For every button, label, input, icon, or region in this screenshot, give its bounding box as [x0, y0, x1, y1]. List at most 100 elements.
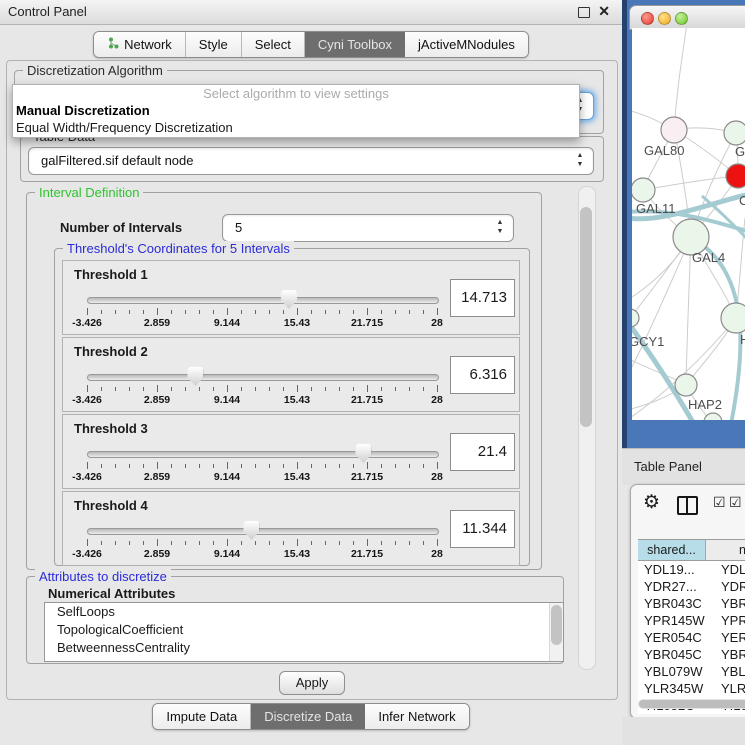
zoom-traffic-light[interactable]: [675, 12, 688, 25]
dropdown-item-equal-width[interactable]: Equal Width/Frequency Discretization: [13, 119, 579, 136]
dropdown-placeholder-item[interactable]: Select algorithm to view settings: [13, 85, 579, 102]
table-cell-shared-name[interactable]: YDR27...: [638, 578, 705, 595]
slider-track[interactable]: [87, 374, 439, 381]
table-cell-shared-name[interactable]: YER054C: [638, 629, 705, 646]
table-data-combobox[interactable]: galFiltered.sif default node ▲▼: [28, 147, 594, 175]
close-icon[interactable]: ✕: [598, 3, 610, 20]
column-header-shared-name[interactable]: shared...: [638, 540, 706, 560]
slider-track[interactable]: [87, 528, 439, 535]
tab-network[interactable]: Network: [94, 32, 186, 57]
network-node[interactable]: [632, 309, 639, 327]
table-row[interactable]: YDL19...YDL1: [638, 561, 745, 578]
number-of-intervals-combobox[interactable]: 5 ▲▼: [222, 214, 514, 242]
table-cell-shared-name[interactable]: YBR043C: [638, 595, 705, 612]
slider-thumb[interactable]: [355, 444, 371, 463]
tab-style[interactable]: Style: [186, 32, 242, 57]
slider-thumb[interactable]: [187, 367, 203, 386]
slider-ticks: [87, 539, 437, 547]
table-cell-name[interactable]: YBL0: [705, 663, 745, 680]
tab-select-label: Select: [255, 37, 291, 52]
table-row[interactable]: YBR043CYBR0: [638, 595, 745, 612]
slider-tick: [353, 541, 354, 545]
attr-list-items: SelfLoopsTopologicalCoefficientBetweenne…: [45, 603, 563, 657]
tab-cyni-toolbox[interactable]: Cyni Toolbox: [305, 32, 405, 57]
gear-icon[interactable]: ⚙: [643, 493, 660, 512]
network-node-label: GAL11: [636, 201, 676, 216]
table-row[interactable]: YBR045CYBR0: [638, 646, 745, 663]
threshold-2-value-field[interactable]: 6.316: [450, 356, 515, 394]
table-panel-footer-area: [622, 717, 745, 745]
slider-tick: [185, 464, 186, 468]
apply-button[interactable]: Apply: [279, 671, 345, 695]
table-cell-name[interactable]: YPR1: [705, 612, 745, 629]
table-row[interactable]: YBL079WYBL0: [638, 663, 745, 680]
content-scrollbar-thumb[interactable]: [580, 207, 592, 427]
table-row[interactable]: YER054CYER0: [638, 629, 745, 646]
network-canvas[interactable]: GAL80GACGAL11GAL4GCY1HHAP2: [632, 28, 745, 420]
minimize-traffic-light[interactable]: [658, 12, 671, 25]
table-cell-name[interactable]: YBR0: [705, 595, 745, 612]
table-row[interactable]: YDR27...YDR2: [638, 578, 745, 595]
table-cell-name[interactable]: YDR2: [705, 578, 745, 595]
table-cell-shared-name[interactable]: YPR145W: [638, 612, 705, 629]
slider-ticks: [87, 385, 437, 393]
table-cell-name[interactable]: YDL1: [705, 561, 745, 578]
network-node[interactable]: [675, 374, 697, 396]
slider-tick: [367, 385, 368, 392]
float-window-icon[interactable]: [578, 7, 590, 18]
table-cell-shared-name[interactable]: YBL079W: [638, 663, 705, 680]
threshold-4-value-field[interactable]: 11.344: [450, 510, 515, 548]
attribute-list-item[interactable]: BetweennessCentrality: [45, 639, 563, 657]
table-hscrollbar-thumb[interactable]: [639, 700, 745, 708]
table-cell-shared-name[interactable]: YDL19...: [638, 561, 705, 578]
table-row[interactable]: YPR145WYPR1: [638, 612, 745, 629]
network-node[interactable]: [724, 121, 745, 145]
network-node[interactable]: [632, 178, 655, 202]
network-node-label: GAL80: [644, 143, 684, 158]
tab-impute-data[interactable]: Impute Data: [153, 704, 251, 729]
network-node[interactable]: [726, 164, 745, 188]
network-node[interactable]: [661, 117, 687, 143]
network-node[interactable]: [704, 413, 722, 420]
slider-tick: [115, 464, 116, 468]
checkbox-icon[interactable]: ☑: [713, 495, 726, 509]
attr-list-scrollbar-thumb[interactable]: [551, 605, 562, 645]
close-traffic-light[interactable]: [641, 12, 654, 25]
dropdown-item-manual-discretization[interactable]: Manual Discretization: [13, 102, 579, 119]
network-node[interactable]: [721, 303, 745, 333]
threshold-2-panel: Threshold 2 -3.4262.8599.14415.4321.7152…: [62, 337, 520, 412]
tab-jactivemnodules[interactable]: jActiveMNodules: [405, 32, 528, 57]
attribute-list-item[interactable]: TopologicalCoefficient: [45, 621, 563, 639]
slider-tick: [101, 464, 102, 468]
table-hscrollbar-track[interactable]: [638, 699, 745, 709]
tab-impute-data-label: Impute Data: [166, 709, 237, 724]
tab-infer-network[interactable]: Infer Network: [365, 704, 468, 729]
threshold-1-value-field[interactable]: 14.713: [450, 279, 515, 317]
tab-select[interactable]: Select: [242, 32, 305, 57]
slider-track[interactable]: [87, 297, 439, 304]
slider-thumb[interactable]: [281, 290, 297, 309]
checkbox-icon[interactable]: ☑: [729, 495, 742, 509]
table-cell-shared-name[interactable]: YBR045C: [638, 646, 705, 663]
split-columns-icon[interactable]: [677, 496, 698, 515]
slider-ticks: [87, 462, 437, 470]
slider-tick: [311, 387, 312, 391]
slider-tick: [241, 310, 242, 314]
slider-tick: [409, 387, 410, 391]
slider-tick: [325, 310, 326, 314]
table-cell-name[interactable]: YER0: [705, 629, 745, 646]
slider-thumb[interactable]: [243, 521, 259, 540]
table-cell-shared-name[interactable]: YLR345W: [638, 680, 705, 697]
table-cell-name[interactable]: YBR0: [705, 646, 745, 663]
table-row[interactable]: YLR345WYLR3: [638, 680, 745, 697]
table-cell-name[interactable]: YLR3: [705, 680, 745, 697]
threshold-3-label: Threshold 3: [74, 421, 148, 436]
slider-track[interactable]: [87, 451, 439, 458]
column-header-name[interactable]: na: [706, 540, 745, 560]
attribute-list-item[interactable]: SelfLoops: [45, 603, 563, 621]
tab-discretize-data[interactable]: Discretize Data: [251, 704, 365, 729]
slider-tick: [199, 541, 200, 545]
slider-tick-label: -3.426: [72, 548, 102, 560]
network-window-titlebar[interactable]: [629, 5, 745, 30]
threshold-3-value-field[interactable]: 21.4: [450, 433, 515, 471]
